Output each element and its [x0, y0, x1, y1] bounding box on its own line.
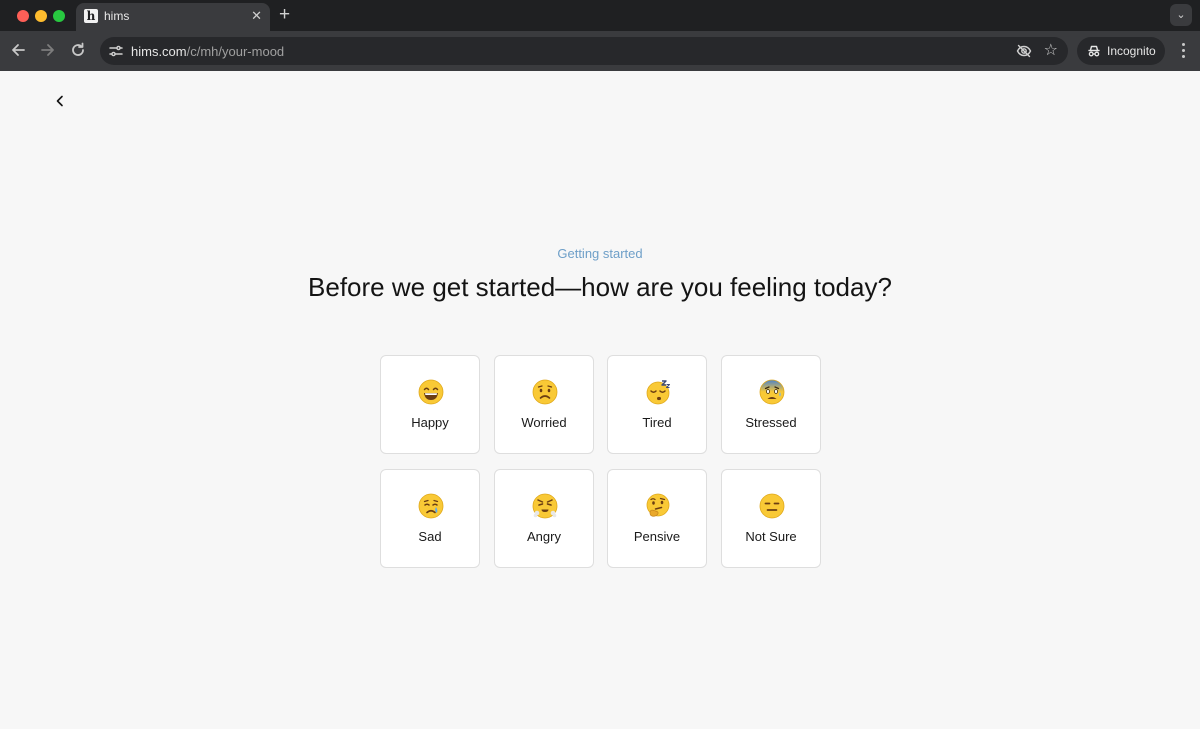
new-tab-button[interactable]: + — [279, 4, 290, 26]
mood-card-not-sure[interactable]: Not Sure — [721, 469, 821, 568]
mood-grid: Happy Worried Tired Stressed Sad Angry P… — [380, 355, 821, 568]
star-icon[interactable]: ☆ — [1044, 41, 1058, 61]
url-host: hims.com — [131, 44, 187, 59]
mood-label: Angry — [527, 529, 561, 544]
steaming-face-icon — [532, 493, 558, 519]
mood-card-worried[interactable]: Worried — [494, 355, 594, 454]
mood-label: Pensive — [633, 529, 681, 544]
tab-close-icon[interactable]: ✕ — [251, 8, 262, 24]
mood-label: Not Sure — [745, 529, 797, 544]
neutral-face-icon — [759, 493, 785, 519]
crying-face-icon — [418, 493, 444, 519]
incognito-badge[interactable]: Incognito — [1077, 37, 1165, 65]
browser-toolbar: hims.com/c/mh/your-mood ☆ Incognito — [0, 31, 1200, 71]
mood-label: Tired — [642, 415, 672, 430]
incognito-label: Incognito — [1107, 44, 1156, 58]
url-path: /c/mh/your-mood — [186, 44, 285, 59]
worried-face-icon — [532, 379, 558, 405]
close-window-button[interactable] — [17, 10, 29, 22]
kebab-menu-icon[interactable] — [1175, 40, 1191, 62]
step-eyebrow: Getting started — [557, 246, 643, 261]
back-chevron-icon[interactable] — [52, 93, 68, 109]
page-title: Before we get started—how are you feelin… — [308, 272, 892, 302]
browser-tab[interactable]: h hims ✕ — [76, 3, 270, 31]
happy-face-icon — [418, 379, 444, 405]
forward-arrow-icon[interactable] — [38, 40, 58, 60]
mood-card-pensive[interactable]: Pensive — [607, 469, 707, 568]
address-bar[interactable]: hims.com/c/mh/your-mood ☆ — [100, 37, 1068, 65]
mood-card-sad[interactable]: Sad — [380, 469, 480, 568]
reload-icon[interactable] — [68, 40, 88, 60]
sleeping-face-icon — [645, 379, 671, 405]
tab-search-button[interactable]: ⌄ — [1170, 4, 1192, 26]
mood-card-tired[interactable]: Tired — [607, 355, 707, 454]
mood-page: Getting started Before we get started—ho… — [0, 71, 1200, 729]
hims-favicon-icon: h — [84, 9, 98, 23]
tab-strip: h hims ✕ + ⌄ — [0, 0, 1200, 31]
tune-icon[interactable] — [108, 43, 124, 59]
mood-label: Worried — [521, 415, 567, 430]
thinking-face-icon — [645, 493, 671, 519]
mood-label: Happy — [411, 415, 449, 430]
minimize-window-button[interactable] — [35, 10, 47, 22]
mood-label: Stressed — [745, 415, 797, 430]
incognito-icon — [1087, 44, 1101, 58]
tab-title: hims — [104, 9, 130, 23]
mood-label: Sad — [418, 529, 442, 544]
url-text: hims.com/c/mh/your-mood — [131, 44, 284, 59]
eye-off-icon[interactable] — [1016, 43, 1032, 59]
browser-chrome: h hims ✕ + ⌄ hims.com/c/mh/your-mood ☆ I… — [0, 0, 1200, 71]
back-arrow-icon[interactable] — [8, 40, 28, 60]
mood-card-stressed[interactable]: Stressed — [721, 355, 821, 454]
mood-card-happy[interactable]: Happy — [380, 355, 480, 454]
zoom-window-button[interactable] — [53, 10, 65, 22]
mood-card-angry[interactable]: Angry — [494, 469, 594, 568]
anxious-face-icon — [759, 379, 785, 405]
